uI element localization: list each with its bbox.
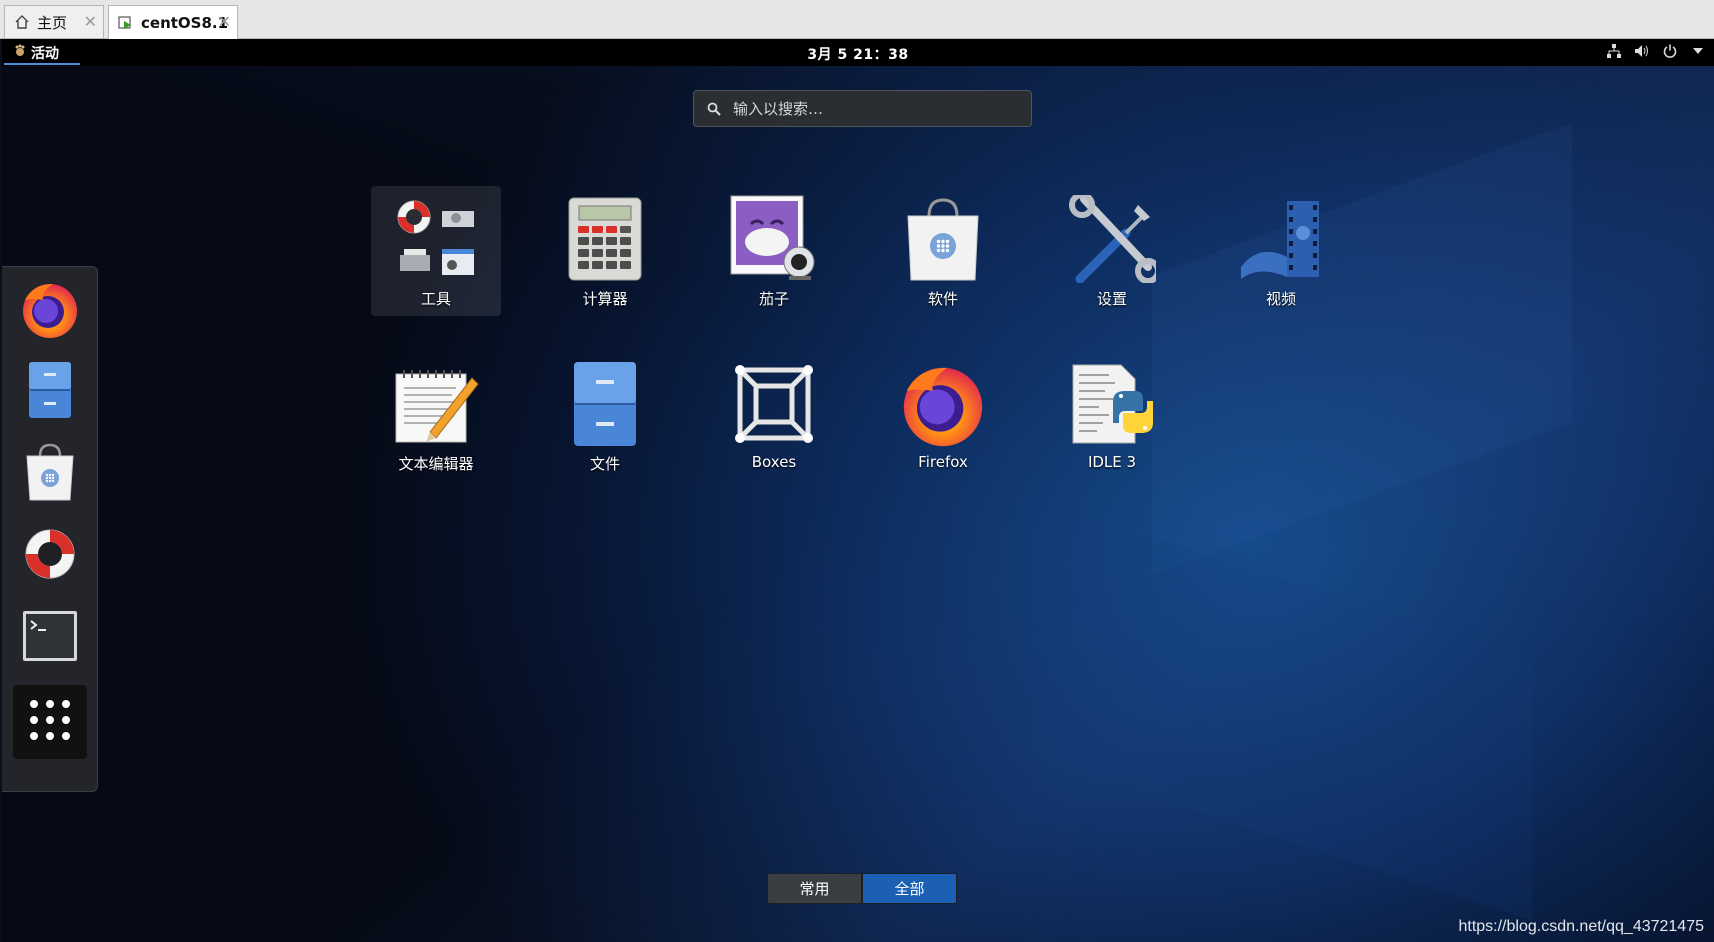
app-label: 设置 [1096,290,1127,308]
vm-tab-label: 主页 [37,13,68,32]
all-button[interactable]: 全部 [862,873,957,904]
search-box[interactable] [693,90,1032,127]
dash-item-help[interactable] [13,519,87,593]
app-firefox[interactable]: Firefox [878,351,1008,481]
chevron-down-icon[interactable] [1690,43,1706,59]
watermark: https://blog.csdn.net/qq_43721475 [1458,918,1704,935]
app-cheese[interactable]: 茄子 [709,186,839,316]
app-grid-icon [28,698,72,746]
app-idle3[interactable]: IDLE 3 [1047,351,1177,481]
app-boxes[interactable]: Boxes [709,351,839,481]
app-label: 茄子 [758,290,789,308]
app-text-editor[interactable]: 文本编辑器 [371,351,501,481]
app-label: 软件 [927,290,958,308]
app-utilities[interactable]: 工具 [371,186,501,316]
app-label: Firefox [918,453,968,471]
settings-icon [1067,194,1157,284]
dash-item-software[interactable] [13,437,87,511]
software-icon [898,194,988,284]
calculator-icon [560,194,650,284]
gnome-desktop: 活动 3月 5 21：38 输入以搜索… 工具 计算器 茄子 软件 设置 视频 … [2,39,1714,942]
video-icon [1236,194,1326,284]
system-tray[interactable] [1606,43,1706,59]
cheese-icon [729,194,819,284]
files-icon [27,360,73,424]
boxes-icon [729,359,819,449]
app-label: 计算器 [582,290,628,308]
software-icon [23,442,77,506]
app-settings[interactable]: 设置 [1047,186,1177,316]
dash [2,266,98,792]
vm-tab-strip: 主页 ✕ centOS8.1 ✕ [0,0,1714,39]
dash-item-firefox[interactable] [13,274,87,348]
dash-item-terminal[interactable] [13,601,87,675]
home-icon [13,13,31,31]
firefox-icon [19,278,81,344]
vm-tab-home[interactable]: 主页 ✕ [4,5,104,38]
search-icon [707,101,723,117]
app-label: Boxes [751,453,797,471]
volume-icon[interactable] [1634,43,1650,59]
view-switcher: 常用 全部 [767,873,957,904]
app-label: 工具 [420,290,451,308]
app-label: 文件 [589,455,620,473]
frequent-button[interactable]: 常用 [767,873,862,904]
vm-tab-label: centOS8.1 [141,13,229,32]
app-label: 视频 [1265,290,1296,308]
app-video[interactable]: 视频 [1216,186,1346,316]
close-icon[interactable]: ✕ [84,12,97,31]
files-icon [560,359,650,449]
wallpaper-facet [1152,122,1572,576]
text-editor-icon [391,359,481,449]
wallpaper-facet [1032,497,1532,921]
search-input[interactable] [731,98,1015,119]
app-files[interactable]: 文件 [540,351,670,481]
app-label: 文本编辑器 [398,455,474,473]
utilities-folder-icon [391,194,481,284]
show-apps-button[interactable] [13,685,87,759]
power-icon[interactable] [1662,43,1678,59]
vm-icon [117,14,135,32]
network-icon[interactable] [1606,43,1622,59]
app-label: IDLE 3 [1087,453,1137,471]
idle-python-icon [1067,359,1157,449]
help-lifebuoy-icon [20,524,80,588]
vm-tab-centos[interactable]: centOS8.1 ✕ [108,5,238,39]
close-icon[interactable]: ✕ [218,12,231,31]
app-software[interactable]: 软件 [878,186,1008,316]
dash-item-files[interactable] [13,355,87,429]
terminal-icon [22,610,78,666]
app-calculator[interactable]: 计算器 [540,186,670,316]
clock[interactable]: 3月 5 21：38 [2,44,1714,64]
top-bar: 活动 3月 5 21：38 [2,39,1714,66]
firefox-icon [898,359,988,449]
